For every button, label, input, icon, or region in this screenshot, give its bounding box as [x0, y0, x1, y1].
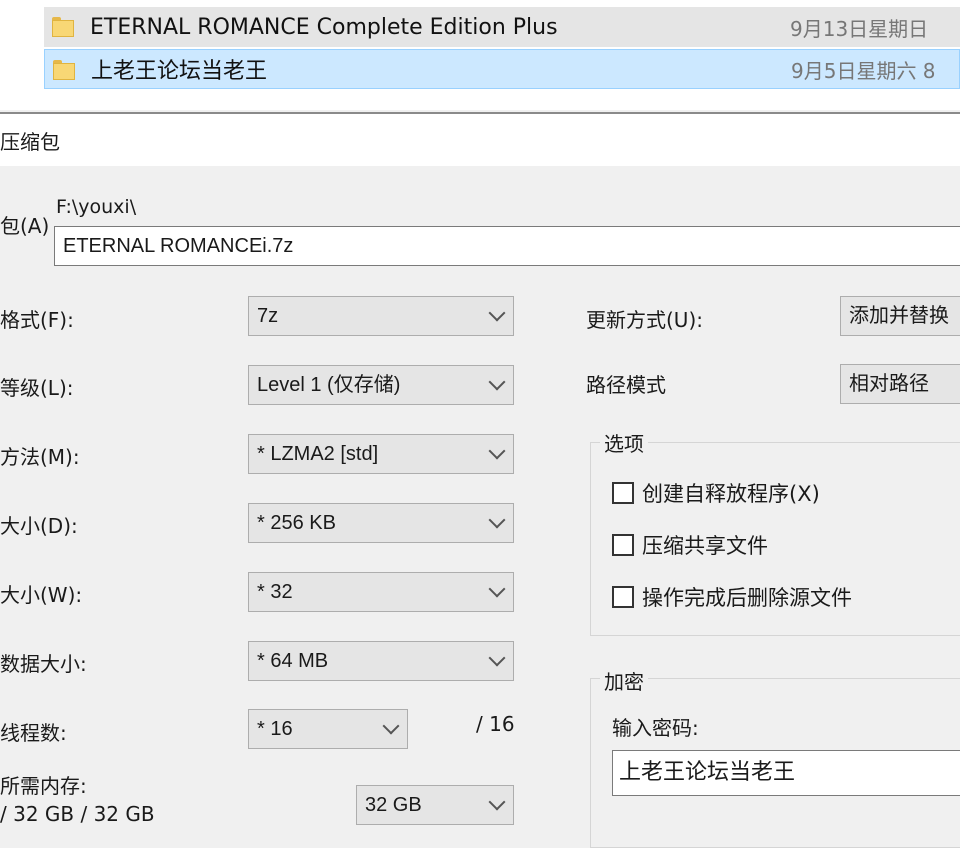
dictionary-size-select[interactable]: * 256 KB — [248, 503, 514, 543]
encryption-group-title: 加密 — [600, 666, 648, 695]
dictionary-size-value: * 256 KB — [257, 512, 336, 534]
archive-name-input[interactable]: ETERNAL ROMANCEi.7z — [54, 226, 960, 266]
solid-block-select[interactable]: * 64 MB — [248, 641, 514, 681]
sfx-checkbox[interactable] — [612, 482, 634, 504]
shared-files-checkbox-row[interactable]: 压缩共享文件 — [612, 530, 768, 560]
delete-after-checkbox-label: 操作完成后删除源文件 — [642, 586, 852, 610]
password-label: 输入密码: — [612, 716, 699, 740]
chevron-down-icon — [488, 442, 506, 460]
format-label: 格式(F): — [0, 308, 74, 332]
chevron-down-icon — [488, 580, 506, 598]
memory-value: 32 GB — [365, 794, 422, 816]
format-value: 7z — [257, 305, 279, 327]
file-date: 9月5日星期六 8 — [791, 58, 936, 83]
solid-block-value: * 64 MB — [257, 650, 329, 672]
chevron-down-icon — [488, 373, 506, 391]
method-label: 方法(M): — [0, 445, 80, 469]
path-mode-value: 相对路径 — [849, 373, 929, 395]
dictionary-size-label: 大小(D): — [0, 514, 78, 538]
threads-max: / 16 — [476, 712, 515, 736]
threads-label: 线程数: — [0, 721, 67, 745]
file-name: 上老王论坛当老王 — [91, 59, 268, 84]
sfx-checkbox-row[interactable]: 创建自释放程序(X) — [612, 478, 820, 508]
sfx-checkbox-label: 创建自释放程序(X) — [642, 482, 820, 506]
chevron-down-icon — [488, 793, 506, 811]
chevron-down-icon — [488, 511, 506, 529]
path-mode-select[interactable]: 相对路径 — [840, 364, 960, 404]
path-mode-label: 路径模式 — [586, 373, 666, 397]
memory-usage: / 32 GB / 32 GB — [0, 802, 155, 826]
memory-select[interactable]: 32 GB — [356, 785, 514, 825]
word-size-label: 大小(W): — [0, 583, 83, 607]
level-select[interactable]: Level 1 (仅存储) — [248, 365, 514, 405]
method-select[interactable]: * LZMA2 [std] — [248, 434, 514, 474]
chevron-down-icon — [488, 649, 506, 667]
format-select[interactable]: 7z — [248, 296, 514, 336]
file-date: 9月13日星期日 — [790, 16, 929, 41]
delete-after-checkbox[interactable] — [612, 586, 634, 608]
file-row-selected[interactable]: 上老王论坛当老王 9月5日星期六 8 — [44, 49, 960, 89]
update-mode-value: 添加并替换 — [849, 305, 949, 327]
file-name: ETERNAL ROMANCE Complete Edition Plus — [90, 14, 558, 40]
archive-label: 包(A) — [0, 214, 50, 238]
options-group-title: 选项 — [600, 428, 648, 457]
file-row[interactable]: ETERNAL ROMANCE Complete Edition Plus 9月… — [44, 7, 960, 47]
add-to-archive-dialog: 压缩包 包(A) F:\youxi\ ETERNAL ROMANCEi.7z 格… — [0, 112, 960, 848]
word-size-value: * 32 — [257, 581, 293, 603]
threads-value: * 16 — [257, 718, 293, 740]
update-mode-label: 更新方式(U): — [586, 308, 703, 332]
solid-block-label: 数据大小: — [0, 652, 87, 676]
chevron-down-icon — [382, 717, 400, 735]
chevron-down-icon — [488, 304, 506, 322]
word-size-select[interactable]: * 32 — [248, 572, 514, 612]
folder-icon — [53, 60, 75, 80]
shared-files-checkbox[interactable] — [612, 534, 634, 556]
threads-select[interactable]: * 16 — [248, 709, 408, 749]
archive-path: F:\youxi\ — [56, 196, 137, 218]
dialog-titlebar: 压缩包 — [0, 114, 960, 166]
password-input[interactable]: 上老王论坛当老王 — [612, 750, 960, 796]
memory-label: 所需内存: — [0, 774, 87, 798]
file-explorer-list: ETERNAL ROMANCE Complete Edition Plus 9月… — [0, 0, 960, 110]
shared-files-checkbox-label: 压缩共享文件 — [642, 534, 768, 558]
method-value: * LZMA2 [std] — [257, 443, 379, 465]
update-mode-select[interactable]: 添加并替换 — [840, 296, 960, 336]
dialog-title: 压缩包 — [0, 130, 60, 154]
delete-after-checkbox-row[interactable]: 操作完成后删除源文件 — [612, 582, 852, 612]
level-label: 等级(L): — [0, 376, 74, 400]
level-value: Level 1 (仅存储) — [257, 374, 401, 396]
folder-icon — [52, 17, 74, 37]
